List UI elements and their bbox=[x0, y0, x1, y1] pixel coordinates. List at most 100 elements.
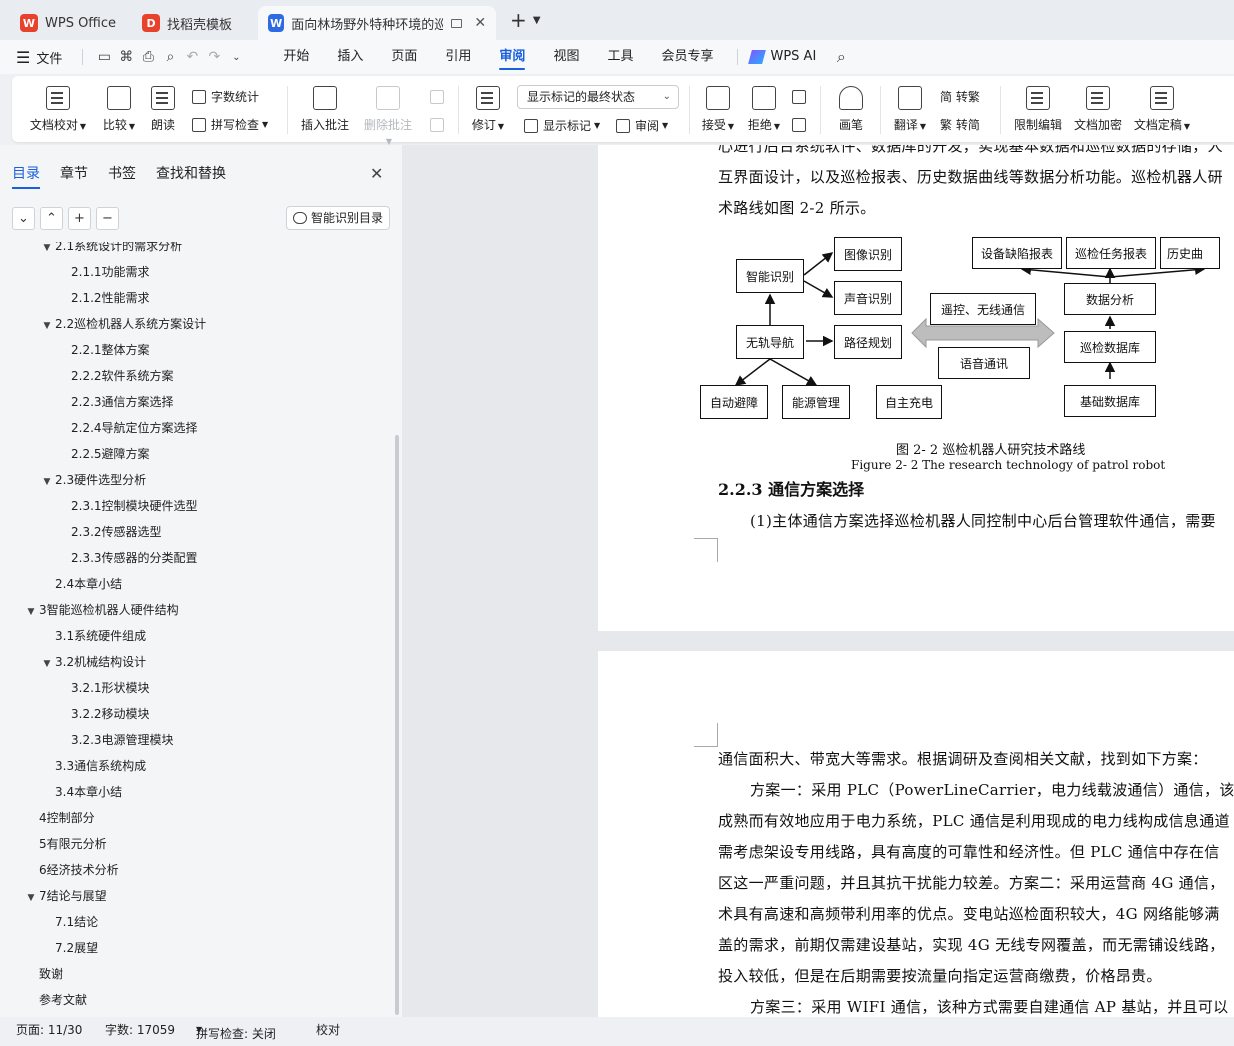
smart-toc-button[interactable]: 智能识别目录 bbox=[286, 206, 391, 230]
expand-arrow-icon[interactable]: ▼ bbox=[23, 885, 39, 911]
menu-reference[interactable]: 引用 bbox=[431, 40, 485, 74]
toc-item[interactable]: 3.4本章小结 bbox=[39, 779, 122, 805]
next-comment-button[interactable] bbox=[430, 118, 449, 132]
toc-item[interactable]: 2.3.3传感器的分类配置 bbox=[55, 545, 198, 571]
toc-item[interactable]: 2.2.3通信方案选择 bbox=[55, 389, 174, 415]
tab-find-replace[interactable]: 查找和替换 bbox=[156, 163, 226, 189]
encrypt-button[interactable]: 文档加密 bbox=[1072, 82, 1124, 138]
collapse-icon[interactable]: ⌃ bbox=[40, 207, 63, 230]
menu-file[interactable]: 文件 bbox=[36, 48, 62, 67]
toc-item[interactable]: 3.2.3电源管理模块 bbox=[55, 727, 174, 753]
accept-button[interactable]: 接受 ▼ bbox=[698, 82, 738, 138]
toc-item[interactable]: 2.3.2传感器选型 bbox=[55, 519, 162, 545]
toc-item[interactable]: ▼ 2.3硬件选型分析 bbox=[39, 467, 147, 495]
expand-arrow-icon[interactable]: ▼ bbox=[39, 313, 55, 339]
print-preview-icon[interactable]: ⌕ bbox=[159, 40, 181, 74]
markup-mode-select[interactable]: 显示标记的最终状态 ⌄ bbox=[517, 85, 679, 109]
compare-button[interactable]: 比较 ▼ bbox=[96, 82, 142, 138]
restrict-edit-button[interactable]: 限制编辑 bbox=[1012, 82, 1064, 138]
prev-comment-button[interactable] bbox=[430, 90, 449, 104]
pen-button[interactable]: 画笔 bbox=[834, 82, 868, 138]
prev-change-button[interactable] bbox=[792, 90, 811, 104]
menu-insert[interactable]: 插入 bbox=[323, 40, 377, 74]
toc-item[interactable]: 3.2.1形状模块 bbox=[55, 675, 150, 701]
to-traditional-button[interactable]: 简 转繁 bbox=[940, 88, 980, 105]
track-changes-button[interactable]: 修订 ▼ bbox=[468, 82, 508, 138]
tab-wps-office[interactable]: W WPS Office bbox=[10, 6, 126, 40]
close-icon[interactable]: ✕ bbox=[370, 164, 383, 183]
finalize-button[interactable]: 文档定稿 ▼ bbox=[1132, 82, 1192, 138]
to-simplified-button[interactable]: 繁 转简 bbox=[940, 116, 980, 133]
toc-item[interactable]: 5有限元分析 bbox=[23, 831, 107, 857]
toc-item[interactable]: ▼ 3.2机械结构设计 bbox=[39, 649, 147, 677]
toc-item[interactable]: ▼ 2.2巡检机器人系统方案设计 bbox=[39, 311, 207, 339]
proofread-status[interactable]: 校对 bbox=[316, 1021, 340, 1038]
reject-button[interactable]: 拒绝 ▼ bbox=[744, 82, 784, 138]
tab-document[interactable]: W 面向林场野外特种环境的巡检 ✕ bbox=[258, 6, 497, 40]
expand-arrow-icon[interactable]: ▼ bbox=[39, 469, 55, 495]
expand-arrow-icon[interactable]: ▼ bbox=[39, 242, 55, 261]
document-page[interactable]: 通信面积大、带宽大等需求。根据调研及查阅相关文献，找到如下方案： 方案一：采用 … bbox=[598, 651, 1234, 1017]
print-icon[interactable]: ⎙ bbox=[137, 40, 159, 74]
menu-wps-ai[interactable]: WPS AI bbox=[748, 40, 830, 74]
remove-heading-icon[interactable]: − bbox=[96, 207, 119, 230]
menu-tools[interactable]: 工具 bbox=[593, 40, 647, 74]
toc-item[interactable]: 2.3.1控制模块硬件选型 bbox=[55, 493, 198, 519]
toc-item[interactable]: 致谢 bbox=[23, 961, 63, 987]
delete-comment-button[interactable]: 删除批注▼ bbox=[360, 82, 416, 146]
toc-item[interactable]: 3.1系统硬件组成 bbox=[39, 623, 146, 649]
share-icon[interactable]: ⌘ bbox=[115, 40, 137, 74]
spell-check-button[interactable]: 拼写检查 ▼ bbox=[192, 116, 268, 133]
toc-item[interactable]: 2.2.1整体方案 bbox=[55, 337, 150, 363]
toc-item[interactable]: 3.2.2移动模块 bbox=[55, 701, 150, 727]
page-indicator[interactable]: 页面: 11/30 bbox=[16, 1021, 82, 1038]
undo-icon[interactable]: ↶ bbox=[181, 40, 203, 74]
toc-item[interactable]: 2.4本章小结 bbox=[39, 571, 122, 597]
search-icon[interactable]: ⌕ bbox=[830, 40, 852, 74]
scrollbar[interactable] bbox=[395, 435, 399, 1015]
redo-icon[interactable]: ↷ bbox=[203, 40, 225, 74]
toc-item[interactable]: 2.2.5避障方案 bbox=[55, 441, 150, 467]
expand-arrow-icon[interactable]: ▼ bbox=[39, 651, 55, 677]
toc-item[interactable]: 7.2展望 bbox=[39, 935, 98, 961]
tab-bookmarks[interactable]: 书签 bbox=[108, 163, 136, 189]
word-count[interactable]: 字数: 17059 bbox=[105, 1021, 175, 1038]
toc-item[interactable]: 2.2.2软件系统方案 bbox=[55, 363, 174, 389]
review-pane-button[interactable]: 审阅 ▼ bbox=[616, 117, 668, 134]
toc-item[interactable]: 7.1结论 bbox=[39, 909, 98, 935]
menu-home[interactable]: 开始 bbox=[269, 40, 323, 74]
menu-member[interactable]: 会员专享 bbox=[647, 40, 727, 74]
toc-item[interactable]: 2.2.4导航定位方案选择 bbox=[55, 415, 198, 441]
insert-comment-button[interactable]: 插入批注 bbox=[300, 82, 350, 138]
expand-icon[interactable]: ⌄ bbox=[12, 207, 35, 230]
close-tab-icon[interactable]: ✕ bbox=[474, 15, 486, 31]
chevron-down-icon[interactable]: ⌄ bbox=[225, 40, 247, 74]
tab-template[interactable]: D 找稻壳模板 bbox=[132, 6, 242, 40]
word-count-button[interactable]: 字数统计 bbox=[192, 88, 259, 105]
toc-item[interactable]: 3.3通信系统构成 bbox=[39, 753, 146, 779]
chevron-down-icon[interactable]: ▼ bbox=[533, 15, 541, 26]
toc-item[interactable]: ▼ 3智能巡检机器人硬件结构 bbox=[23, 597, 179, 623]
toc-item[interactable]: ▼ 2.1系统设计的需求分析 bbox=[39, 242, 183, 261]
toc-item[interactable]: 参考文献 bbox=[23, 987, 87, 1013]
doc-check-button[interactable]: 文档校对 ▼ bbox=[26, 82, 90, 138]
hamburger-icon[interactable]: ☰ bbox=[16, 48, 30, 67]
document-page[interactable]: 心进行后台系统软件、数据库的开发，实现基本数据和巡检数据的存储，人 互界面设计，… bbox=[598, 145, 1234, 631]
read-aloud-button[interactable]: 朗读 bbox=[148, 82, 178, 138]
screen-icon[interactable] bbox=[451, 18, 463, 28]
save-icon[interactable]: ▭ bbox=[93, 40, 115, 74]
expand-arrow-icon[interactable]: ▼ bbox=[23, 599, 39, 625]
toc-item[interactable]: 4控制部分 bbox=[23, 805, 95, 831]
add-heading-icon[interactable]: + bbox=[68, 207, 91, 230]
show-markup-button[interactable]: 显示标记 ▼ bbox=[524, 117, 600, 134]
toc-item[interactable]: 2.1.2性能需求 bbox=[55, 285, 150, 311]
toc-item[interactable]: 6经济技术分析 bbox=[23, 857, 119, 883]
menu-review[interactable]: 审阅 bbox=[485, 40, 539, 74]
menu-page[interactable]: 页面 bbox=[377, 40, 431, 74]
menu-view[interactable]: 视图 bbox=[539, 40, 593, 74]
new-tab-icon[interactable]: + bbox=[510, 8, 527, 32]
tab-chapters[interactable]: 章节 bbox=[60, 163, 88, 189]
tab-toc[interactable]: 目录 bbox=[12, 163, 40, 189]
translate-button[interactable]: 翻译 ▼ bbox=[890, 82, 930, 138]
toc-item[interactable]: ▼ 7结论与展望 bbox=[23, 883, 107, 909]
